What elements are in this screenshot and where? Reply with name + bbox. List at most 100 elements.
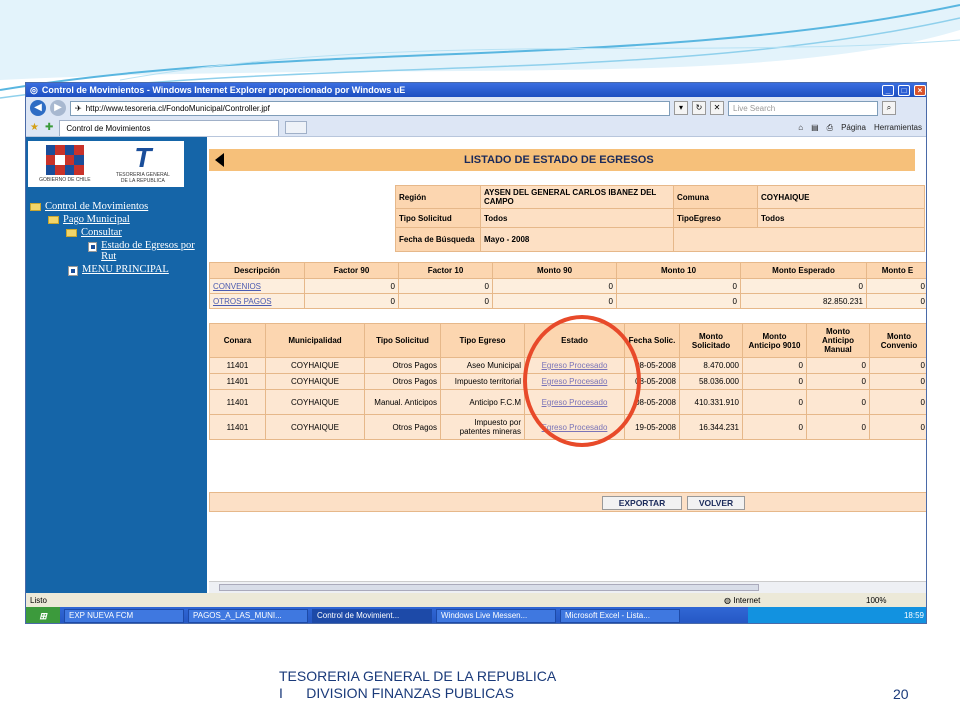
back-button-volver[interactable]: VOLVER xyxy=(687,496,745,510)
close-button[interactable]: × xyxy=(914,84,926,96)
table-cell: 0 xyxy=(742,373,807,390)
summary-header-row: Descripción Factor 90 Factor 10 Monto 90… xyxy=(209,262,926,279)
table-cell: 0 xyxy=(740,278,867,294)
detail-header: Tipo Egreso xyxy=(440,323,525,358)
browser-window: ◎ Control de Movimientos - Windows Inter… xyxy=(25,82,927,624)
new-tab-button[interactable] xyxy=(285,121,308,134)
command-bar: ⌂ ▤ ⎙ Página Herramientas xyxy=(798,123,922,133)
summary-header: Factor 90 xyxy=(304,262,399,279)
table-cell: COYHAIQUE xyxy=(265,389,365,415)
detail-header: Municipalidad xyxy=(265,323,365,358)
zone-text: Internet xyxy=(733,595,761,605)
menu-consultar-label: Consultar xyxy=(81,227,122,238)
gobierno-label: GOBIERNO DE CHILE xyxy=(39,177,91,183)
menu-estado-label: Estado de Egresos por Rut xyxy=(101,240,195,262)
tab-control-movimientos[interactable]: Control de Movimientos xyxy=(59,119,280,136)
table-cell: 0 xyxy=(869,373,926,390)
table-cell: 0 xyxy=(866,293,926,309)
menu-principal[interactable]: MENU PRINCIPAL xyxy=(30,264,200,276)
logo: GOBIERNO DE CHILE T TESORERIA GENERAL DE… xyxy=(28,141,184,187)
tools-menu[interactable]: Herramientas xyxy=(874,123,922,133)
menu-control[interactable]: Control de Movimientos xyxy=(30,201,200,212)
window-titlebar: ◎ Control de Movimientos - Windows Inter… xyxy=(26,83,926,97)
slide: ◎ Control de Movimientos - Windows Inter… xyxy=(0,0,960,720)
summary-table: Descripción Factor 90 Factor 10 Monto 90… xyxy=(209,262,926,309)
status-bar: Listo ◍ Internet 100% xyxy=(26,593,926,607)
table-cell: 0 xyxy=(869,414,926,440)
feeds-icon[interactable]: ▤ xyxy=(811,123,819,133)
horizontal-scrollbar[interactable] xyxy=(209,581,926,593)
taskbar-item-active[interactable]: Control de Movimient... xyxy=(312,609,432,623)
slide-footer: TESORERIA GENERAL DE LA REPUBLICA I DIVI… xyxy=(279,668,609,702)
sidebar-menu: Control de Movimientos Pago Municipal Co… xyxy=(30,201,200,278)
menu-estado[interactable]: Estado de Egresos por Rut xyxy=(30,240,200,262)
detail-header: Tipo Solicitud xyxy=(364,323,441,358)
table-cell: 0 xyxy=(806,414,870,440)
window-title: Control de Movimientos - Windows Interne… xyxy=(41,85,406,95)
scrollbar-thumb[interactable] xyxy=(219,584,759,591)
address-text: http://www.tesoreria.cl/FondoMunicipal/C… xyxy=(85,103,270,113)
home-icon[interactable]: ⌂ xyxy=(798,123,803,133)
search-input[interactable]: Live Search xyxy=(728,100,878,116)
filter-empty-cell xyxy=(673,227,925,252)
filter-table: Región AYSEN DEL GENERAL CARLOS IBANEZ D… xyxy=(395,185,925,252)
table-cell: 0 xyxy=(398,293,493,309)
maximize-button[interactable]: □ xyxy=(898,84,910,96)
address-row: ◀ ▶ ✈ http://www.tesoreria.cl/FondoMunic… xyxy=(26,97,926,119)
page-number: 20 xyxy=(893,686,909,702)
tipo-solicitud-label: Tipo Solicitud xyxy=(395,208,481,228)
favorites-icon[interactable]: ★ xyxy=(30,122,39,133)
taskbar-item[interactable]: EXP NUEVA FCM xyxy=(64,609,184,623)
refresh-icon[interactable]: ↻ xyxy=(692,101,706,115)
summary-header: Monto 10 xyxy=(616,262,741,279)
summary-header: Monto 90 xyxy=(492,262,617,279)
summary-desc-cell: CONVENIOS xyxy=(209,278,305,294)
folder-icon xyxy=(48,216,59,224)
tesoreria-label: TESORERIA GENERAL DE LA REPUBLICA xyxy=(115,172,170,184)
taskbar-item[interactable]: Windows Live Messen... xyxy=(436,609,556,623)
page-menu[interactable]: Página xyxy=(841,123,866,133)
fecha-value: Mayo - 2008 xyxy=(480,227,674,252)
start-button[interactable]: ⊞ xyxy=(26,607,60,623)
table-cell: COYHAIQUE xyxy=(265,357,365,374)
page-title: LISTADO DE ESTADO DE EGRESOS xyxy=(464,154,654,166)
table-cell: 0 xyxy=(742,414,807,440)
convenios-link[interactable]: CONVENIOS xyxy=(213,282,261,291)
table-cell: Aseo Municipal xyxy=(440,357,525,374)
table-cell: Otros Pagos xyxy=(364,373,441,390)
ie-icon: ◎ xyxy=(30,84,38,95)
menu-consultar[interactable]: Consultar xyxy=(30,227,200,238)
table-cell: Otros Pagos xyxy=(364,357,441,374)
menu-pago[interactable]: Pago Municipal xyxy=(30,214,200,225)
main-panel: LISTADO DE ESTADO DE EGRESOS Región AYSE… xyxy=(209,137,926,593)
taskbar-item[interactable]: PAGOS_A_LAS_MUNI... xyxy=(188,609,308,623)
forward-button[interactable]: ▶ xyxy=(50,100,66,116)
otros-pagos-link[interactable]: OTROS PAGOS xyxy=(213,297,272,306)
table-cell: 11401 xyxy=(209,373,266,390)
add-favorites-icon[interactable]: ✚ xyxy=(45,122,53,133)
table-cell: 0 xyxy=(616,293,741,309)
t-logo-icon: T xyxy=(134,142,152,173)
print-icon[interactable]: ⎙ xyxy=(827,123,833,133)
table-cell: 0 xyxy=(742,357,807,374)
sidebar: GOBIERNO DE CHILE T TESORERIA GENERAL DE… xyxy=(26,137,207,593)
minimize-button[interactable]: _ xyxy=(882,84,894,96)
back-button[interactable]: ◀ xyxy=(30,100,46,116)
system-tray: 18:59 xyxy=(748,607,926,623)
dropdown-icon[interactable]: ▾ xyxy=(674,101,688,115)
table-cell: 8.470.000 xyxy=(679,357,743,374)
table-cell: Anticipo F.C.M xyxy=(440,389,525,415)
address-bar[interactable]: ✈ http://www.tesoreria.cl/FondoMunicipal… xyxy=(70,100,670,116)
stop-icon[interactable]: ✕ xyxy=(710,101,724,115)
search-icon[interactable]: ⌕ xyxy=(882,101,896,115)
table-cell: 0 xyxy=(304,293,399,309)
back-arrow-icon[interactable] xyxy=(215,153,224,167)
detail-header: Monto Solicitado xyxy=(679,323,743,358)
zoom-level[interactable]: 100% xyxy=(866,596,886,605)
table-cell: COYHAIQUE xyxy=(265,414,365,440)
export-button[interactable]: EXPORTAR xyxy=(602,496,682,510)
page-icon: ✈ xyxy=(75,103,82,113)
summary-header: Monto E xyxy=(866,262,926,279)
taskbar-item[interactable]: Microsoft Excel - Lista... xyxy=(560,609,680,623)
footer-line-2: I DIVISION FINANZAS PUBLICAS xyxy=(279,685,514,701)
